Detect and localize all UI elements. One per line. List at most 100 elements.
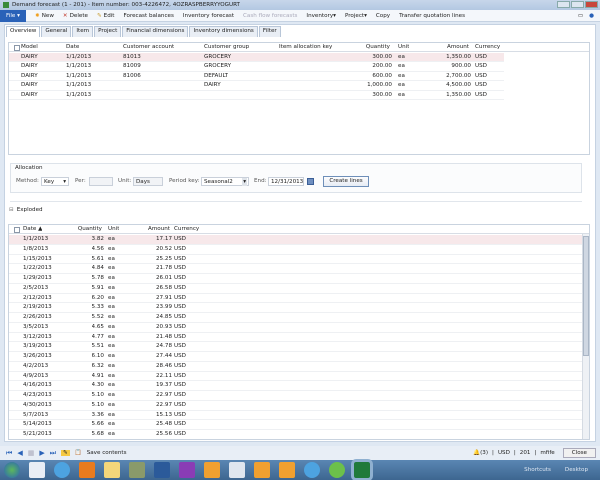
table-row[interactable]: 4/16/2013 4.30 ea 19.37 USD [9, 381, 583, 391]
company-indicator[interactable]: 201 [520, 450, 531, 456]
app-icon-2[interactable] [254, 462, 270, 478]
table-row[interactable]: 2/5/2013 5.91 ea 26.58 USD [9, 284, 583, 294]
tab-overview[interactable]: Overview [6, 26, 41, 37]
table-row[interactable]: 5/7/2013 3.36 ea 15.13 USD [9, 411, 583, 421]
tab-filter[interactable]: Filter [258, 26, 281, 37]
create-lines-button[interactable]: Create lines [323, 176, 369, 187]
menu-item-transfer-quotation-lines[interactable]: Transfer quotation lines [399, 13, 465, 19]
method-select[interactable]: Key ▾ [41, 177, 69, 186]
unit-field[interactable]: Days [133, 177, 163, 186]
last-record-icon[interactable]: ⏭ [50, 449, 56, 458]
end-date-field[interactable]: 12/31/2013 [268, 177, 304, 186]
collapse-icon[interactable]: ⊟ [9, 207, 14, 213]
network-icon[interactable] [329, 462, 345, 478]
clipboard-icon[interactable]: 📋 [75, 450, 82, 456]
shortcuts-toolbar[interactable]: Shortcuts [524, 467, 551, 473]
table-row[interactable]: DAIRY 1/1/2013 81009 GROCERY 200.00 ea 900.00 U… [9, 62, 504, 72]
menu-item-edit[interactable]: ✎ Edit [97, 13, 115, 19]
exploded-section-header[interactable]: ⊟ Exploded [9, 207, 43, 213]
calendar-icon[interactable] [307, 178, 314, 185]
per-field[interactable] [89, 177, 113, 186]
infopath-icon[interactable] [179, 462, 195, 478]
menu-item-cash-flow-forecasts[interactable]: Cash flow forecasts [243, 13, 297, 19]
column-header-customer-group[interactable]: Customer group [204, 43, 249, 52]
table-row[interactable]: DAIRY 1/1/2013 300.00 ea 1,350.00 USD [9, 91, 504, 100]
table-row[interactable]: DAIRY 1/1/2013 81013 GROCERY 300.00 ea 1,350.0… [9, 53, 504, 63]
tab-project[interactable]: Project [94, 26, 122, 37]
table-row[interactable]: 4/9/2013 4.91 ea 22.11 USD [9, 372, 583, 382]
app-grid-icon[interactable] [204, 462, 220, 478]
column-header-amount[interactable]: Amount [447, 43, 469, 52]
dynamics-ax-icon[interactable] [29, 462, 45, 478]
internet-explorer-icon-2[interactable] [304, 462, 320, 478]
maximize-button[interactable] [571, 0, 584, 8]
table-row[interactable]: 3/12/2013 4.77 ea 21.48 USD [9, 333, 583, 343]
minimize-button[interactable] [557, 0, 570, 8]
table-row[interactable]: 5/21/2013 5.68 ea 25.56 USD [9, 430, 583, 439]
record-list-icon[interactable]: ▦ [28, 449, 35, 457]
close-button[interactable]: Close [562, 448, 596, 458]
users-icon[interactable] [129, 462, 145, 478]
tab-item[interactable]: Item [72, 26, 94, 37]
menu-item-project[interactable]: Project▾ [345, 13, 367, 19]
scrollbar-thumb[interactable] [583, 236, 589, 356]
column-header-amount[interactable]: Amount [148, 225, 170, 234]
desktop-toolbar[interactable]: Desktop [565, 467, 588, 473]
table-row[interactable]: 4/30/2013 5.10 ea 22.97 USD [9, 401, 583, 411]
column-header-currency[interactable]: Currency [174, 225, 199, 234]
select-all-checkbox[interactable] [14, 44, 20, 51]
table-row[interactable]: 1/1/2013 3.82 ea 17.17 USD [9, 235, 583, 245]
project-icon[interactable] [154, 462, 170, 478]
table-row[interactable]: DAIRY 1/1/2013 DAIRY 1,000.00 ea 4,500.00 USD [9, 81, 504, 91]
outlook-icon[interactable] [79, 462, 95, 478]
table-row[interactable]: 3/19/2013 5.51 ea 24.78 USD [9, 342, 583, 352]
tab-general[interactable]: General [41, 26, 72, 37]
layout-icon[interactable]: ▭ [578, 13, 583, 19]
menu-item-delete[interactable]: ✕ Delete [63, 13, 88, 19]
column-header-unit[interactable]: Unit [108, 225, 119, 234]
column-header-customer-account[interactable]: Customer account [123, 43, 174, 52]
table-row[interactable]: 3/26/2013 6.10 ea 27.44 USD [9, 352, 583, 362]
internet-explorer-icon[interactable] [54, 462, 70, 478]
column-header-date[interactable]: Date ▲ [23, 225, 42, 234]
menu-item-forecast-balances[interactable]: Forecast balances [124, 13, 174, 19]
menu-item-copy[interactable]: Copy [376, 13, 390, 19]
menu-item-new[interactable]: ✸ New [35, 13, 54, 19]
next-record-icon[interactable]: ▶ [39, 449, 44, 457]
file-explorer-icon[interactable] [104, 462, 120, 478]
menu-item-inventory-forecast[interactable]: Inventory forecast [183, 13, 234, 19]
select-all-checkbox[interactable] [14, 226, 20, 233]
excel-icon[interactable] [351, 459, 373, 480]
save-contents-label[interactable]: Save contents [87, 450, 127, 456]
document-icon[interactable] [229, 462, 245, 478]
help-icon[interactable]: ● [589, 13, 594, 19]
column-header-item-allocation-key[interactable]: Item allocation key [279, 43, 332, 52]
first-record-icon[interactable]: ⏮ [6, 449, 12, 458]
column-header-unit[interactable]: Unit [398, 43, 409, 52]
table-row[interactable]: 2/19/2013 5.33 ea 23.99 USD [9, 303, 583, 313]
table-row[interactable]: 2/26/2013 5.52 ea 24.85 USD [9, 313, 583, 323]
close-window-button[interactable] [585, 0, 598, 8]
table-row[interactable]: DAIRY 1/1/2013 81006 DEFAULT 600.00 ea 2,700.0… [9, 72, 504, 82]
table-row[interactable]: 1/15/2013 5.61 ea 25.25 USD [9, 255, 583, 265]
previous-record-icon[interactable]: ◀ [17, 449, 22, 457]
column-header-quantity[interactable]: Quantity [78, 225, 102, 234]
menu-item-inventory[interactable]: Inventory▾ [306, 13, 336, 19]
table-row[interactable]: 1/8/2013 4.56 ea 20.52 USD [9, 245, 583, 255]
column-header-model[interactable]: Model [21, 43, 38, 52]
tab-inventory-dimensions[interactable]: Inventory dimensions [189, 26, 258, 37]
table-row[interactable]: 1/22/2013 4.84 ea 21.78 USD [9, 264, 583, 274]
table-row[interactable]: 5/14/2013 5.66 ea 25.48 USD [9, 420, 583, 430]
table-row[interactable]: 3/5/2013 4.65 ea 20.93 USD [9, 323, 583, 333]
column-header-date[interactable]: Date [66, 43, 79, 52]
column-header-currency[interactable]: Currency [475, 43, 500, 52]
table-row[interactable]: 4/23/2013 5.10 ea 22.97 USD [9, 391, 583, 401]
alerts-indicator[interactable]: 🔔(3) [473, 450, 488, 456]
table-row[interactable]: 1/29/2013 5.78 ea 26.01 USD [9, 274, 583, 284]
file-menu-button[interactable]: File ▾ [0, 9, 26, 22]
currency-indicator[interactable]: USD [498, 450, 510, 456]
column-header-quantity[interactable]: Quantity [366, 43, 390, 52]
period-key-select[interactable]: Seasonal2 ▾ [201, 177, 249, 186]
tab-financial-dimensions[interactable]: Financial dimensions [122, 26, 189, 37]
table-row[interactable]: 4/2/2013 6.32 ea 28.46 USD [9, 362, 583, 372]
